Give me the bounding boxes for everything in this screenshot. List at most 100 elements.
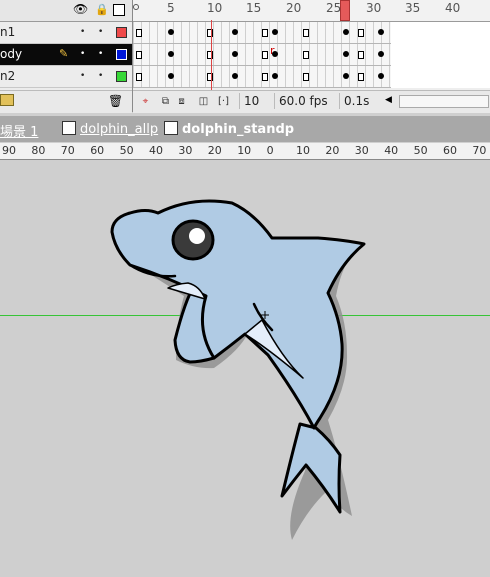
empty-frame-marker[interactable] bbox=[136, 51, 142, 59]
layer-color-swatch[interactable] bbox=[116, 27, 127, 38]
frame-row[interactable] bbox=[133, 44, 391, 66]
modify-markers-icon[interactable]: [·] bbox=[217, 95, 230, 108]
layer-row[interactable]: n1 • • bbox=[0, 22, 132, 44]
visible-dot[interactable]: • bbox=[80, 72, 85, 81]
ruler-number: 30 bbox=[178, 144, 193, 157]
frame-number: 20 bbox=[286, 1, 302, 15]
keyframe-dot[interactable] bbox=[168, 73, 174, 79]
frame-row[interactable] bbox=[133, 66, 391, 88]
outline-icon[interactable] bbox=[113, 4, 125, 16]
empty-frame-marker[interactable] bbox=[358, 29, 364, 37]
frame-number: 30 bbox=[366, 1, 382, 15]
edit-multiple-frames-icon[interactable]: ◫ bbox=[197, 95, 210, 108]
ruler-number: 20 bbox=[207, 144, 222, 157]
ruler-number: 20 bbox=[325, 144, 340, 157]
symbol-icon bbox=[62, 121, 76, 135]
ruler-number: 50 bbox=[413, 144, 428, 157]
frame-grid-empty[interactable] bbox=[391, 22, 490, 88]
layer-row[interactable]: n2 • • bbox=[0, 66, 132, 88]
keyframe-dot[interactable] bbox=[343, 73, 349, 79]
keyframe-dot[interactable] bbox=[232, 73, 238, 79]
layers-panel: 👁 🔒 n1 • • ody ✎ • • n2 • • 🗑 bbox=[0, 0, 133, 113]
ruler-number: 70 bbox=[60, 144, 75, 157]
frame-number: 5 bbox=[167, 1, 175, 15]
empty-frame-marker[interactable] bbox=[207, 29, 213, 37]
trash-icon[interactable]: 🗑 bbox=[108, 94, 123, 108]
empty-frame-marker[interactable] bbox=[358, 73, 364, 81]
layer-header: 👁 🔒 bbox=[0, 0, 132, 22]
ruler-number: 60 bbox=[90, 144, 105, 157]
symbol-label: dolphin_allp bbox=[80, 122, 159, 137]
elapsed-time: 0.1s bbox=[339, 93, 384, 109]
empty-frame-marker[interactable] bbox=[303, 29, 309, 37]
stage-ruler: 90 80 70 60 50 40 30 20 10 0 10 20 30 40 50 60 70 bbox=[0, 143, 490, 160]
keyframe-dot[interactable] bbox=[378, 73, 384, 79]
onion-outline-icon[interactable]: ⧈ bbox=[175, 95, 188, 108]
frame-row[interactable] bbox=[133, 22, 391, 44]
onion-skin-icon[interactable]: ⧉ bbox=[159, 95, 172, 108]
frame-number: 40 bbox=[445, 1, 461, 15]
ruler-number: 30 bbox=[354, 144, 369, 157]
empty-frame-marker[interactable] bbox=[136, 73, 142, 81]
keyframe-dot[interactable] bbox=[168, 51, 174, 57]
playhead-line bbox=[211, 20, 212, 90]
frame-rate: 60.0 fps bbox=[274, 93, 333, 109]
empty-frame-marker[interactable] bbox=[262, 73, 268, 81]
scene-label: 場景 1 bbox=[0, 125, 39, 140]
frame-number: 10 bbox=[207, 1, 223, 15]
keyframe-dot[interactable] bbox=[272, 73, 278, 79]
empty-frame-marker[interactable] bbox=[136, 29, 142, 37]
lock-dot[interactable]: • bbox=[98, 50, 103, 59]
keyframe-dot[interactable] bbox=[168, 29, 174, 35]
breadcrumb-symbol-1[interactable]: dolphin_allp bbox=[62, 121, 158, 137]
ruler-number: 10 bbox=[237, 144, 252, 157]
frame-number: 15 bbox=[246, 1, 262, 15]
lock-dot[interactable]: • bbox=[98, 28, 103, 37]
lock-icon[interactable]: 🔒 bbox=[95, 3, 109, 16]
frame-grid[interactable]: r bbox=[133, 22, 391, 88]
keyframe-dot[interactable] bbox=[232, 29, 238, 35]
empty-frame-marker[interactable] bbox=[207, 51, 213, 59]
layer-tools: 🗑 bbox=[0, 90, 132, 113]
symbol-label: dolphin_standp bbox=[182, 122, 295, 137]
stage[interactable] bbox=[0, 160, 490, 577]
layer-name: n2 bbox=[0, 69, 16, 83]
keyframe-dot[interactable] bbox=[343, 51, 349, 57]
visible-dot[interactable]: • bbox=[80, 50, 85, 59]
empty-frame-marker[interactable] bbox=[358, 51, 364, 59]
layer-color-swatch[interactable] bbox=[116, 49, 127, 60]
ruler-number: 40 bbox=[149, 144, 163, 157]
keyframe-dot[interactable] bbox=[378, 51, 384, 57]
layer-color-swatch[interactable] bbox=[116, 71, 127, 82]
layer-name: ody bbox=[0, 47, 23, 61]
keyframe-dot[interactable] bbox=[343, 29, 349, 35]
playhead[interactable] bbox=[340, 0, 350, 21]
scroll-left-icon[interactable]: ◀ bbox=[385, 95, 392, 105]
add-folder-icon[interactable] bbox=[0, 94, 14, 106]
visible-dot[interactable]: • bbox=[80, 28, 85, 37]
ruler-number: 70 bbox=[472, 144, 487, 157]
empty-frame-marker[interactable] bbox=[262, 29, 268, 37]
empty-frame-marker[interactable] bbox=[303, 51, 309, 59]
ruler-number: 10 bbox=[296, 144, 310, 157]
breadcrumb-scene[interactable]: 場景 1 bbox=[0, 121, 38, 140]
frame-ruler[interactable]: 5 10 15 20 25 30 35 40 bbox=[133, 0, 490, 22]
empty-frame-marker[interactable] bbox=[303, 73, 309, 81]
keyframe-dot[interactable] bbox=[378, 29, 384, 35]
empty-frame-marker[interactable] bbox=[207, 73, 213, 81]
lock-dot[interactable]: • bbox=[98, 72, 103, 81]
layer-name: n1 bbox=[0, 25, 16, 39]
dolphin bbox=[110, 199, 366, 514]
breadcrumb-symbol-2[interactable]: dolphin_standp bbox=[164, 121, 294, 137]
center-frame-icon[interactable]: ⌖ bbox=[139, 95, 152, 108]
timeline-panel: 👁 🔒 n1 • • ody ✎ • • n2 • • 🗑 5 10 15 20… bbox=[0, 0, 490, 113]
keyframe-dot[interactable] bbox=[272, 29, 278, 35]
onion-marker-icon[interactable] bbox=[133, 4, 139, 10]
eye-icon[interactable]: 👁 bbox=[73, 2, 88, 16]
layer-row-selected[interactable]: ody ✎ • • bbox=[0, 44, 132, 66]
empty-frame-marker[interactable] bbox=[262, 51, 268, 59]
keyframe-dot[interactable] bbox=[232, 51, 238, 57]
ruler-number: 80 bbox=[31, 144, 46, 157]
dolphin-artwork[interactable] bbox=[0, 160, 490, 577]
timeline-scrollbar[interactable] bbox=[399, 95, 489, 108]
